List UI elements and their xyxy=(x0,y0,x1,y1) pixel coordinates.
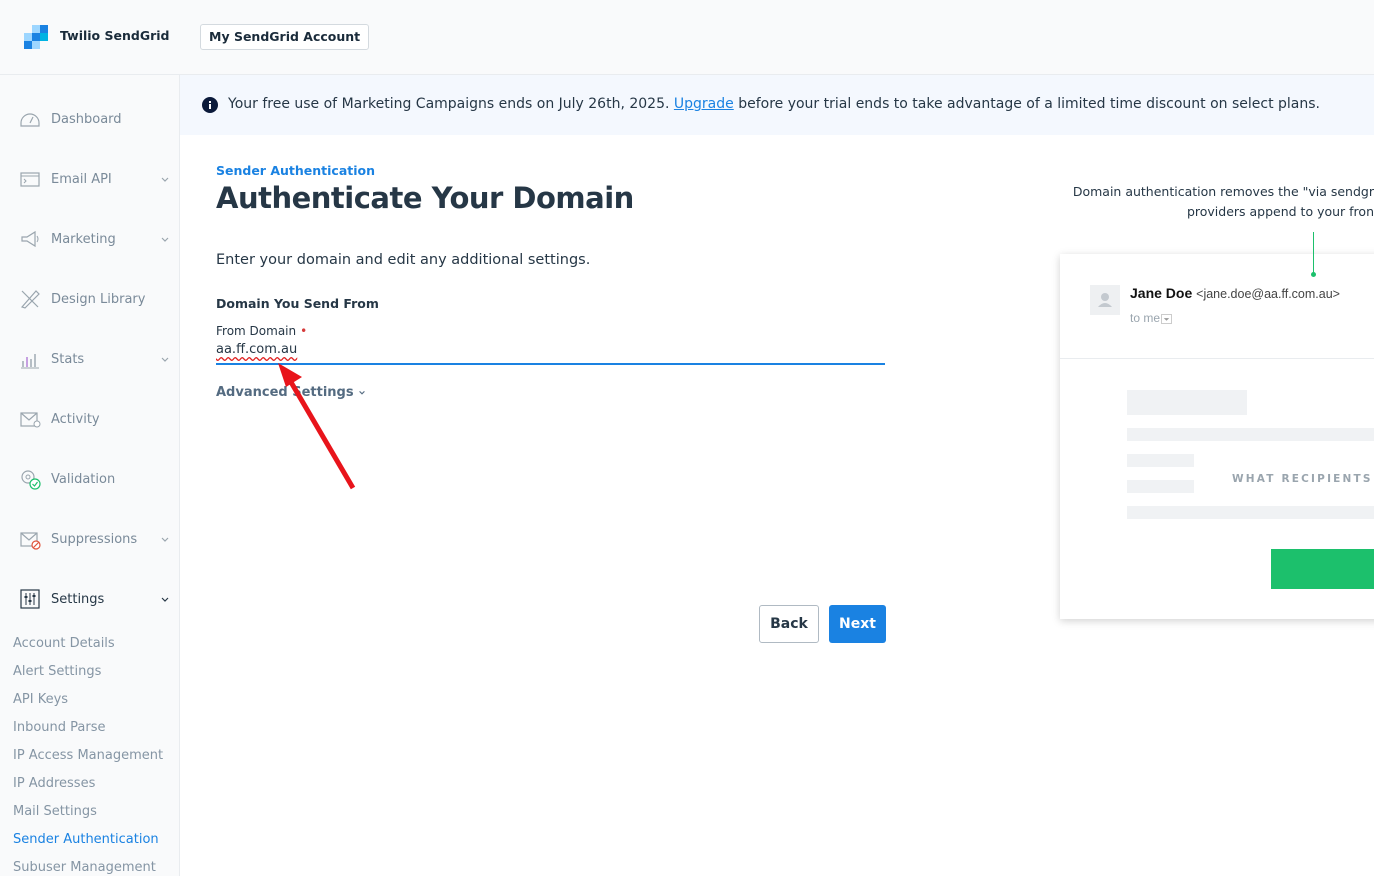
sidebar-item-settings[interactable]: Settings xyxy=(0,579,180,619)
preview-description-line: providers append to your fron xyxy=(1186,204,1374,219)
chevron-down-icon[interactable] xyxy=(160,354,170,364)
from-domain-label: From Domain • xyxy=(216,324,307,338)
email-api-icon xyxy=(20,172,40,187)
sendgrid-logo-icon[interactable] xyxy=(24,25,48,49)
settings-sub-mail-settings[interactable]: Mail Settings xyxy=(13,804,97,819)
sidebar-item-label: Settings xyxy=(51,591,105,607)
breadcrumb[interactable]: Sender Authentication xyxy=(216,163,375,178)
settings-sub-inbound-parse[interactable]: Inbound Parse xyxy=(13,720,105,735)
chevron-down-icon[interactable] xyxy=(160,234,170,244)
dashboard-icon xyxy=(20,113,40,127)
placeholder-block xyxy=(1127,428,1374,441)
trial-banner: Your free use of Marketing Campaigns end… xyxy=(180,75,1374,135)
info-icon xyxy=(202,97,218,113)
settings-icon xyxy=(20,589,40,609)
brand-name[interactable]: Twilio SendGrid xyxy=(60,28,169,43)
my-account-button[interactable]: My SendGrid Account xyxy=(200,24,370,50)
preview-description-line: Domain authentication removes the "via s… xyxy=(1072,184,1374,199)
dropdown-caret-icon xyxy=(1161,313,1173,324)
sidebar-item-label: Activity xyxy=(51,411,100,427)
sidebar-item-label: Dashboard xyxy=(51,111,122,127)
settings-sub-account-details[interactable]: Account Details xyxy=(13,636,115,651)
sidebar-item-label: Marketing xyxy=(51,231,116,247)
sender-line: Jane Doe <jane.doe@aa.ff.com.au> xyxy=(1130,285,1340,301)
preview-cta-block xyxy=(1271,549,1374,589)
sidebar-item-activity[interactable]: Activity xyxy=(0,399,180,439)
placeholder-block xyxy=(1127,506,1374,519)
recipients-label: WHAT RECIPIENTS S xyxy=(1232,473,1374,485)
settings-sub-ip-access-management[interactable]: IP Access Management xyxy=(13,748,163,763)
banner-text: Your free use of Marketing Campaigns end… xyxy=(228,96,1320,112)
page-title: Authenticate Your Domain xyxy=(216,181,634,215)
sidebar-item-marketing[interactable]: Marketing xyxy=(0,219,180,259)
placeholder-block xyxy=(1127,454,1194,467)
settings-sub-subuser-management[interactable]: Subuser Management xyxy=(13,860,156,875)
chevron-down-icon[interactable] xyxy=(160,174,170,184)
sidebar-item-email-api[interactable]: Email API xyxy=(0,159,180,199)
preview-description: Domain authentication removes the "via s… xyxy=(1070,182,1374,222)
banner-text-before: Your free use of Marketing Campaigns end… xyxy=(228,96,674,112)
from-domain-label-text: From Domain xyxy=(216,324,297,338)
banner-text-after: before your trial ends to take advantage… xyxy=(733,96,1320,112)
sidebar-item-label: Email API xyxy=(51,171,112,187)
megaphone-icon xyxy=(21,230,39,248)
sidebar: Dashboard Email API Marketing Design Lib… xyxy=(0,75,180,876)
annotation-arrow-icon xyxy=(278,363,356,490)
avatar xyxy=(1090,285,1120,315)
sidebar-item-dashboard[interactable]: Dashboard xyxy=(0,99,180,139)
connector-dot xyxy=(1311,272,1316,277)
sidebar-item-validation[interactable]: Validation xyxy=(0,459,180,499)
activity-icon xyxy=(20,412,41,428)
to-me-text: to me xyxy=(1130,311,1161,325)
sender-email: <jane.doe@aa.ff.com.au> xyxy=(1196,287,1340,301)
email-preview-card: Jane Doe <jane.doe@aa.ff.com.au> to me W… xyxy=(1060,254,1374,619)
sidebar-item-label: Suppressions xyxy=(51,531,138,547)
settings-sub-sender-authentication[interactable]: Sender Authentication xyxy=(13,832,159,847)
settings-sub-alert-settings[interactable]: Alert Settings xyxy=(13,664,101,679)
back-button[interactable]: Back xyxy=(759,605,819,643)
suppressions-icon xyxy=(20,532,41,550)
next-button[interactable]: Next xyxy=(829,605,886,643)
sidebar-item-label: Stats xyxy=(51,351,85,367)
to-me-line: to me xyxy=(1130,311,1173,325)
placeholder-block xyxy=(1127,480,1194,493)
sidebar-item-stats[interactable]: Stats xyxy=(0,339,180,379)
connector-line xyxy=(1313,232,1314,274)
section-title: Domain You Send From xyxy=(216,296,379,311)
sidebar-item-label: Validation xyxy=(51,471,116,487)
divider xyxy=(1060,358,1374,359)
user-icon xyxy=(1098,293,1112,307)
placeholder-block xyxy=(1127,390,1247,415)
top-bar: Twilio SendGrid My SendGrid Account xyxy=(0,0,1374,75)
upgrade-link[interactable]: Upgrade xyxy=(674,96,734,112)
intro-text: Enter your domain and edit any additiona… xyxy=(216,252,591,268)
required-marker: • xyxy=(300,324,308,338)
design-library-icon xyxy=(20,290,40,309)
settings-sub-api-keys[interactable]: API Keys xyxy=(13,692,68,707)
sender-name: Jane Doe xyxy=(1130,285,1193,301)
sidebar-item-label: Design Library xyxy=(51,291,146,307)
settings-sub-ip-addresses[interactable]: IP Addresses xyxy=(13,776,95,791)
sidebar-item-design-library[interactable]: Design Library xyxy=(0,279,180,319)
validation-icon xyxy=(21,470,41,490)
chevron-down-icon[interactable] xyxy=(160,534,170,544)
stats-icon xyxy=(21,354,39,369)
chevron-down-icon[interactable] xyxy=(160,594,170,604)
sidebar-item-suppressions[interactable]: Suppressions xyxy=(0,519,180,559)
